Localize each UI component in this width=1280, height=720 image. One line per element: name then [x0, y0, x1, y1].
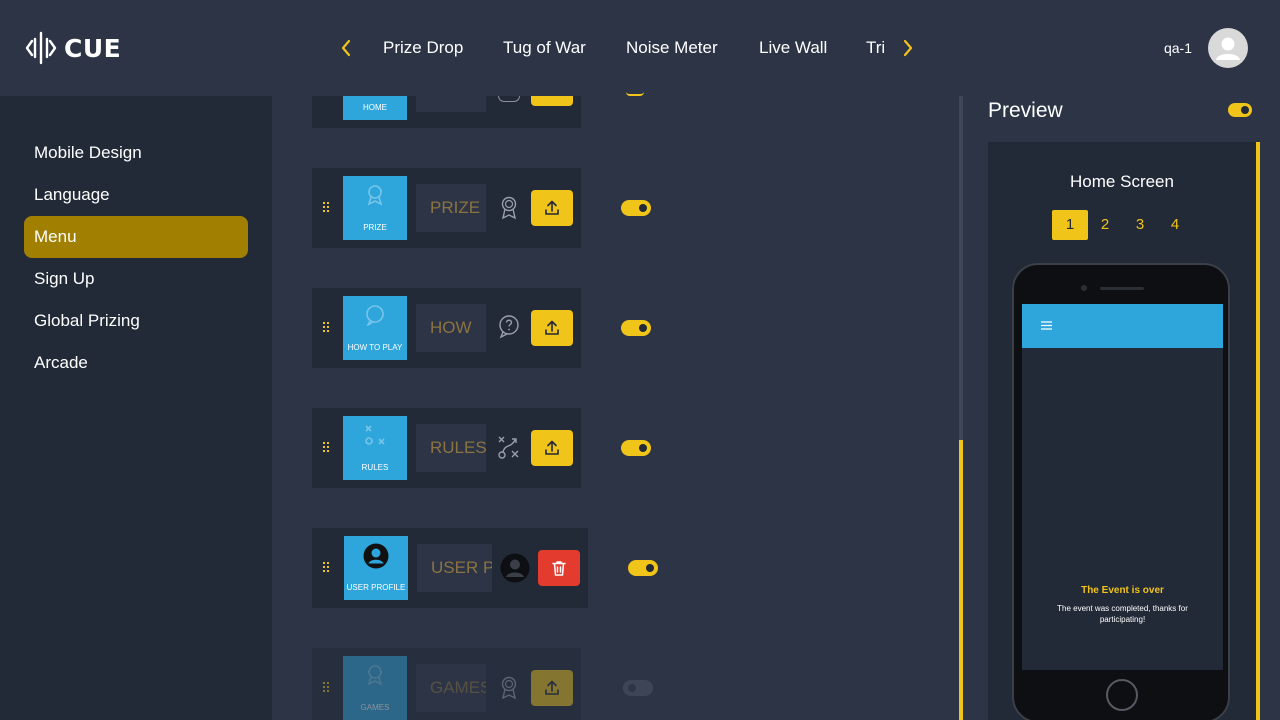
upload-icon [545, 440, 559, 455]
camera-dot [1081, 285, 1087, 291]
hamburger-menu-icon[interactable] [1041, 321, 1052, 330]
strategy-icon [498, 436, 519, 459]
screen-title: Home Screen [1070, 172, 1174, 191]
sidebar: Mobile Design Language Menu Sign Up Glob… [0, 96, 272, 720]
tile-label: USER PROFILE [346, 583, 406, 592]
question-bubble-icon [366, 305, 384, 326]
tile-label: GAMES [360, 703, 390, 712]
menu-item-toggle-prize[interactable] [621, 200, 651, 216]
upload-button[interactable] [531, 310, 573, 346]
tile-label: PRIZE [363, 223, 387, 232]
upload-button[interactable] [531, 670, 573, 706]
phone-mockup: The Event is over The event was complete… [1012, 263, 1230, 720]
tile-label: RULES [361, 463, 389, 472]
sidebar-item-language[interactable]: Language [24, 174, 248, 216]
phone-screen: The Event is over The event was complete… [1022, 304, 1223, 670]
scrollbar-thumb[interactable] [959, 440, 963, 720]
logo-text: CUE [64, 33, 122, 63]
chevron-right-icon [903, 39, 913, 57]
drag-handle-icon[interactable] [323, 322, 329, 332]
user-circle-icon [363, 543, 389, 569]
menu-label-input[interactable]: HOW [416, 304, 486, 352]
drag-handle-icon[interactable] [323, 562, 329, 572]
menu-label-input-home[interactable] [416, 96, 486, 112]
sidebar-item-menu[interactable]: Menu [24, 216, 248, 258]
trash-icon [552, 561, 566, 576]
menu-item-toggle-how-to-play[interactable] [621, 320, 651, 336]
nav-next-button-overlay[interactable] [896, 36, 920, 60]
menu-tile-how-to-play[interactable]: HOW TO PLAY [343, 296, 407, 360]
upload-button[interactable] [531, 190, 573, 226]
question-bubble-icon [499, 315, 519, 339]
tab-live-wall[interactable]: Live Wall [759, 38, 827, 58]
upload-button[interactable] [531, 430, 573, 466]
menu-label-input[interactable]: GAMES [416, 664, 486, 712]
user-name: qa-1 [1163, 40, 1192, 56]
page-selector: 1 2 3 4 [1052, 210, 1192, 240]
preview-title: Preview [988, 99, 1063, 122]
delete-button[interactable] [538, 550, 580, 586]
preview-toggle[interactable] [1228, 103, 1252, 117]
upload-icon [545, 200, 559, 215]
menu-item-toggle-rules[interactable] [621, 440, 651, 456]
sidebar-item-sign-up[interactable]: Sign Up [24, 258, 248, 300]
user-avatar[interactable] [1208, 28, 1248, 68]
tab-noise-meter[interactable]: Noise Meter [626, 38, 718, 58]
strategy-icon [365, 425, 385, 445]
menu-item-row-rules: RULES RULES [312, 408, 581, 488]
tile-label: HOW TO PLAY [347, 343, 403, 352]
chevron-left-icon [341, 39, 351, 57]
tab-trivia[interactable]: Trivia [866, 38, 884, 58]
speaker-grille [1100, 287, 1144, 290]
game-tabs-overlay: Prize Drop Tug of War Noise Meter Live W… [365, 0, 885, 96]
page-button-1[interactable]: 1 [1052, 210, 1088, 240]
app-header [1022, 304, 1223, 348]
event-over-title: The Event is over [1081, 585, 1164, 596]
menu-tile-home[interactable]: HOME [343, 96, 407, 120]
page-button-2[interactable]: 2 [1087, 210, 1123, 240]
menu-item-row-prize: PRIZE PRIZE [312, 168, 581, 248]
page-button-4[interactable]: 4 [1157, 210, 1193, 240]
menu-tile-rules[interactable]: RULES [343, 416, 407, 480]
menu-tile-games[interactable]: GAMES [343, 656, 407, 720]
award-ribbon-icon [501, 196, 517, 220]
drag-handle-icon[interactable] [323, 682, 329, 692]
menu-item-toggle-games[interactable] [623, 680, 653, 696]
menu-label-input[interactable]: RULES [416, 424, 486, 472]
award-ribbon-icon [367, 665, 383, 686]
upload-icon [545, 320, 559, 335]
upload-icon [545, 680, 559, 695]
menu-item-row-games: GAMES GAMES [312, 648, 581, 720]
drag-handle-icon[interactable] [323, 202, 329, 212]
menu-label-input[interactable]: USER PROFILE [417, 544, 492, 592]
home-icon [498, 96, 520, 102]
menu-tile-prize[interactable]: PRIZE [343, 176, 407, 240]
menu-tile-user-profile[interactable]: USER PROFILE [344, 536, 408, 600]
sound-wave-icon [25, 31, 57, 65]
cue-logo[interactable]: CUE [24, 30, 121, 66]
menu-item-row-home: HOME [312, 96, 581, 128]
menu-item-row-how-to-play: HOW TO PLAY HOW [312, 288, 581, 368]
menu-item-toggle-user-profile[interactable] [628, 560, 658, 576]
event-over-message: The event was completed, thanks for part… [1057, 604, 1188, 624]
user-icon [1216, 37, 1240, 60]
nav-prev-button-overlay[interactable] [334, 36, 358, 60]
sidebar-item-arcade[interactable]: Arcade [24, 342, 248, 384]
page-button-3[interactable]: 3 [1122, 210, 1158, 240]
phone-home-button [1106, 679, 1138, 711]
upload-button-home[interactable] [531, 96, 573, 106]
sidebar-item-mobile-design[interactable]: Mobile Design [24, 132, 248, 174]
drag-handle-icon[interactable] [323, 442, 329, 452]
tab-tug-of-war[interactable]: Tug of War [503, 38, 586, 58]
menu-label-input[interactable]: PRIZE [416, 184, 486, 232]
award-ribbon-icon [367, 185, 383, 206]
menu-item-row-user-profile: USER PROFILE USER PROFILE [312, 528, 588, 608]
award-ribbon-icon [501, 676, 517, 700]
tab-prize-drop[interactable]: Prize Drop [383, 38, 463, 58]
menu-item-toggle-home[interactable] [626, 92, 644, 96]
user-circle-icon [500, 553, 530, 583]
sidebar-item-global-prizing[interactable]: Global Prizing [24, 300, 248, 342]
tile-label: HOME [363, 103, 387, 112]
